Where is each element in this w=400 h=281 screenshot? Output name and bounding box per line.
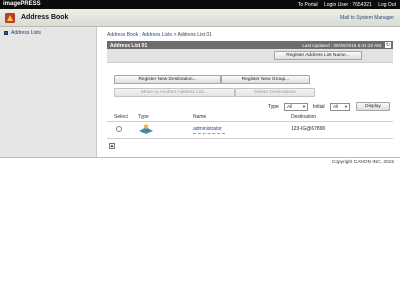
column-header-name: Name <box>193 114 207 120</box>
name-underline <box>193 133 225 134</box>
move-to-another-list-button[interactable]: Move to Another Address List... <box>114 88 235 97</box>
mail-system-manager-link[interactable]: Mail to System Manager <box>340 15 394 21</box>
footer-divider <box>0 157 400 158</box>
sidebar: Address Lists <box>0 27 97 158</box>
sidebar-item-label: Address Lists <box>11 30 42 36</box>
address-list-header: Address List 01 Last Updated : 09/25/201… <box>107 41 393 49</box>
initial-filter-select[interactable]: All ▼ <box>330 103 350 111</box>
destination-address: 123-IG@67890 <box>291 126 326 132</box>
copyright-text: Copyright CANON INC. 2015 <box>331 160 394 165</box>
breadcrumb: Address Book : Address Lists > Address L… <box>107 32 212 38</box>
type-filter-select[interactable]: All ▼ <box>284 103 308 111</box>
page-title: Address Book <box>21 14 69 21</box>
last-updated-text: Last Updated : 09/25/2015 6:41:22 AM <box>302 42 381 48</box>
display-button[interactable]: Display <box>356 102 390 111</box>
main-content: Address Book : Address Lists > Address L… <box>104 27 396 158</box>
login-user-text: Login User : 7654321 <box>324 1 372 8</box>
logout-link[interactable]: Log Out <box>378 2 396 8</box>
chevron-down-icon: ▼ <box>344 104 348 109</box>
address-book-icon <box>5 13 15 23</box>
table-header-divider <box>107 121 393 122</box>
register-address-list-name-button[interactable]: Register Address List Name... <box>274 51 362 60</box>
column-header-destination: Destination <box>291 114 317 120</box>
type-filter-value: All <box>287 104 293 109</box>
user-icon <box>139 124 153 134</box>
initial-filter-label: Initial <box>313 104 325 110</box>
table-row-divider <box>107 138 393 139</box>
delete-destinations-button[interactable]: Delete Destinations <box>235 88 315 97</box>
page-header: Address Book Mail to System Manager <box>0 9 400 27</box>
column-header-select: Select <box>114 114 128 120</box>
chevron-down-icon: ▼ <box>302 104 306 109</box>
initial-filter-value: All <box>333 104 339 109</box>
list-bullet-icon <box>4 31 8 35</box>
breadcrumb-address-lists[interactable]: Address Lists <box>142 32 172 38</box>
breadcrumb-current: Address List 01 <box>177 32 212 38</box>
sidebar-item-address-lists[interactable]: Address Lists <box>4 30 41 36</box>
destination-name-link[interactable]: administrator <box>193 126 222 132</box>
brand-name: imagePRESS <box>3 1 41 7</box>
to-portal-link[interactable]: To Portal <box>298 2 318 8</box>
breadcrumb-address-book[interactable]: Address Book <box>107 32 138 38</box>
column-header-type: Type <box>138 114 149 120</box>
select-radio[interactable] <box>116 126 122 132</box>
back-to-top-icon[interactable]: ▲ <box>109 143 115 149</box>
refresh-icon[interactable]: ↻ <box>385 42 391 48</box>
top-bar-links: To Portal Login User : 7654321 Log Out <box>293 2 396 8</box>
type-filter-label: Type <box>268 104 279 110</box>
top-bar: imagePRESS To Portal Login User : 765432… <box>0 0 400 9</box>
register-new-group-button[interactable]: Register New Group... <box>221 75 310 84</box>
address-list-toolbar: Register Address List Name... <box>107 49 393 63</box>
register-new-destination-button[interactable]: Register New Destination... <box>114 75 221 84</box>
address-list-title: Address List 01 <box>110 42 148 49</box>
